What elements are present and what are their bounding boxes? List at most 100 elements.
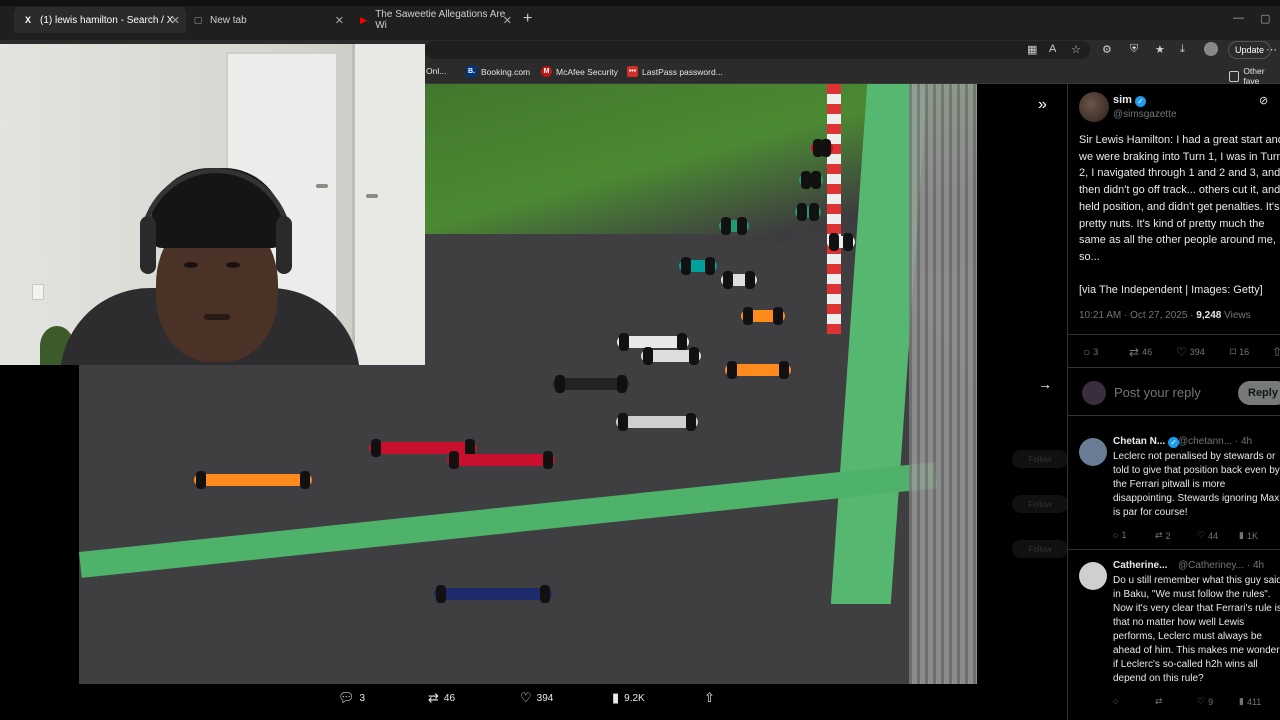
bookmark-mcafee[interactable]: M McAfee Security bbox=[541, 66, 618, 77]
avatar[interactable] bbox=[1079, 92, 1109, 122]
bookmark-onl[interactable]: Onl... bbox=[426, 66, 446, 76]
tweet-timestamp[interactable]: 10:21 AM · Oct 27, 2025 · bbox=[1079, 310, 1196, 321]
bookmark-booking[interactable]: B. Booking.com bbox=[466, 66, 530, 77]
download-icon[interactable]: ⤓ bbox=[1180, 43, 1185, 56]
reply-author-name[interactable]: Chetan N... ✓ bbox=[1113, 436, 1180, 448]
next-image-arrow-icon[interactable]: → bbox=[1038, 376, 1052, 392]
youtube-icon: ▶ bbox=[360, 14, 368, 25]
reading-view-icon[interactable]: ▦ bbox=[1027, 43, 1037, 56]
f1-car bbox=[811, 139, 833, 157]
bookmark-other-favorites[interactable]: Other fave bbox=[1229, 66, 1280, 86]
reply-text: Leclerc not penalised by stewards or tol… bbox=[1113, 451, 1280, 518]
f1-car bbox=[616, 413, 698, 431]
close-icon[interactable]: ✕ bbox=[335, 14, 344, 27]
grandstand bbox=[909, 84, 977, 684]
bookmark-label: LastPass password... bbox=[642, 66, 723, 77]
extensions-icon[interactable]: ⚙ bbox=[1102, 43, 1112, 56]
f1-car bbox=[617, 333, 689, 351]
media-reply-button[interactable]: 💬︎ 3 bbox=[338, 690, 365, 706]
media-like-button[interactable]: ♡ 394 bbox=[520, 690, 553, 706]
door bbox=[352, 44, 425, 365]
repost-icon: ⇄ bbox=[1155, 696, 1163, 706]
tab-x-search[interactable]: X (1) lewis hamilton - Search / X ✕ bbox=[14, 7, 186, 33]
update-button[interactable]: Update bbox=[1228, 41, 1272, 59]
avatar bbox=[1082, 381, 1106, 405]
media-action-bar: 💬︎ 3 ⇄ 46 ♡ 394 ▮ 9.2K ⇧ bbox=[320, 690, 740, 710]
address-bar[interactable] bbox=[425, 41, 1090, 59]
reply-author-name[interactable]: Catherine... bbox=[1113, 560, 1167, 571]
like-button[interactable]: ♡ 44 bbox=[1197, 530, 1218, 541]
reply-actions: ○ ⇄ ♡ 9 ▮ 411 bbox=[1113, 696, 1280, 710]
f1-car bbox=[553, 375, 629, 393]
reply-button[interactable]: ○ bbox=[1113, 696, 1121, 706]
reply-submit-button[interactable]: Reply bbox=[1238, 381, 1280, 405]
avatar[interactable] bbox=[1079, 562, 1107, 590]
views-count: 9.2K bbox=[624, 692, 645, 704]
reply-button[interactable]: ○ 1 bbox=[1113, 530, 1126, 540]
repost-button[interactable]: ⇄ bbox=[1155, 696, 1166, 707]
reply-item[interactable]: Catherine... @Catheriney... · 4h Do u st… bbox=[1068, 552, 1280, 720]
heart-icon: ♡ bbox=[1176, 345, 1187, 359]
bookmark-lastpass[interactable]: ••• LastPass password... bbox=[627, 66, 723, 77]
reply-item[interactable]: Chetan N... ✓ @chetann... · 4h Leclerc no… bbox=[1068, 428, 1280, 550]
close-icon[interactable]: ✕ bbox=[503, 14, 512, 27]
like-button[interactable]: ♡ 394 bbox=[1176, 345, 1205, 359]
more-menu-icon[interactable]: ⋯ bbox=[1266, 43, 1277, 56]
headphone-cup bbox=[276, 216, 292, 274]
close-icon[interactable]: ✕ bbox=[171, 14, 180, 27]
author-name[interactable]: sim ✓ bbox=[1113, 94, 1146, 107]
views-button[interactable]: ▮ 1K bbox=[1239, 530, 1258, 541]
f1-car bbox=[679, 257, 717, 275]
like-button[interactable]: ♡ 9 bbox=[1197, 696, 1213, 707]
repost-icon: ⇄ bbox=[1155, 530, 1163, 540]
reply-author-handle[interactable]: @Catheriney... · 4h bbox=[1178, 560, 1264, 571]
bookmark-label: McAfee Security bbox=[556, 66, 618, 77]
tab-label: New tab bbox=[210, 14, 247, 26]
grok-icon[interactable]: ⊘ bbox=[1259, 94, 1268, 107]
tab-new-tab[interactable]: ▢ New tab ✕ bbox=[184, 7, 350, 33]
follow-button[interactable]: Follow bbox=[1012, 540, 1068, 558]
door-handle bbox=[366, 194, 378, 198]
repost-button[interactable]: ⇄ 2 bbox=[1155, 530, 1171, 541]
profile-avatar[interactable] bbox=[1204, 42, 1218, 56]
views-button[interactable]: ▮ 411 bbox=[1239, 696, 1261, 707]
reply-count: 3 bbox=[1093, 347, 1099, 357]
author-handle[interactable]: @simsgazette bbox=[1113, 109, 1177, 120]
f1-car bbox=[827, 233, 855, 251]
reply-author-handle[interactable]: @chetann... · 4h bbox=[1178, 436, 1252, 447]
tab-youtube[interactable]: ▶ The Saweetie Allegations Are Wi ✕ bbox=[350, 7, 518, 33]
media-repost-button[interactable]: ⇄ 46 bbox=[428, 690, 455, 706]
eye bbox=[184, 262, 198, 268]
follow-button[interactable]: Follow bbox=[1012, 450, 1068, 468]
bookmark-button[interactable]: ⌑ 16 bbox=[1230, 345, 1249, 359]
reply-actions: ○ 1 ⇄ 2 ♡ 44 ▮ 1K bbox=[1113, 530, 1280, 544]
webcam-overlay bbox=[0, 44, 425, 365]
repost-count: 46 bbox=[1142, 347, 1153, 357]
new-tab-icon: ▢ bbox=[193, 14, 203, 25]
shield-icon[interactable]: ⛨ bbox=[1130, 43, 1138, 56]
new-tab-button[interactable]: + bbox=[523, 10, 532, 28]
reply-input[interactable]: Post your reply bbox=[1114, 385, 1201, 400]
views-count: 1K bbox=[1246, 530, 1258, 541]
media-share-button[interactable]: ⇧ bbox=[704, 690, 715, 706]
wall-socket bbox=[32, 284, 44, 300]
follow-button[interactable]: Follow bbox=[1012, 495, 1068, 513]
avatar[interactable] bbox=[1079, 438, 1107, 466]
kerb-stripe bbox=[827, 84, 841, 334]
tweet-action-bar: ○ 3 ⇄ 46 ♡ 394 ⌑ 16 ⇧ bbox=[1068, 334, 1280, 368]
maximize-icon[interactable]: ▢ bbox=[1260, 12, 1270, 25]
collapse-panel-icon[interactable]: » bbox=[1038, 96, 1047, 114]
reply-icon: ○ bbox=[1083, 345, 1091, 359]
media-views-button[interactable]: ▮ 9.2K bbox=[612, 690, 645, 706]
repost-button[interactable]: ⇄ 46 bbox=[1129, 345, 1152, 359]
tweet-author[interactable]: sim✓ @simsgazette ⊘ ⋯ bbox=[1079, 92, 1280, 126]
read-aloud-icon[interactable]: A bbox=[1049, 43, 1056, 55]
like-count: 394 bbox=[536, 692, 554, 704]
share-button[interactable]: ⇧ bbox=[1272, 345, 1280, 359]
favorite-star-icon[interactable]: ☆ bbox=[1071, 43, 1081, 56]
bookmark-label: Onl... bbox=[426, 66, 447, 76]
reply-button[interactable]: ○ 3 bbox=[1083, 345, 1098, 359]
minimize-icon[interactable]: — bbox=[1233, 12, 1244, 24]
favorites-icon[interactable]: ★ bbox=[1155, 43, 1165, 56]
bookmark-label: Other fave bbox=[1243, 66, 1265, 86]
